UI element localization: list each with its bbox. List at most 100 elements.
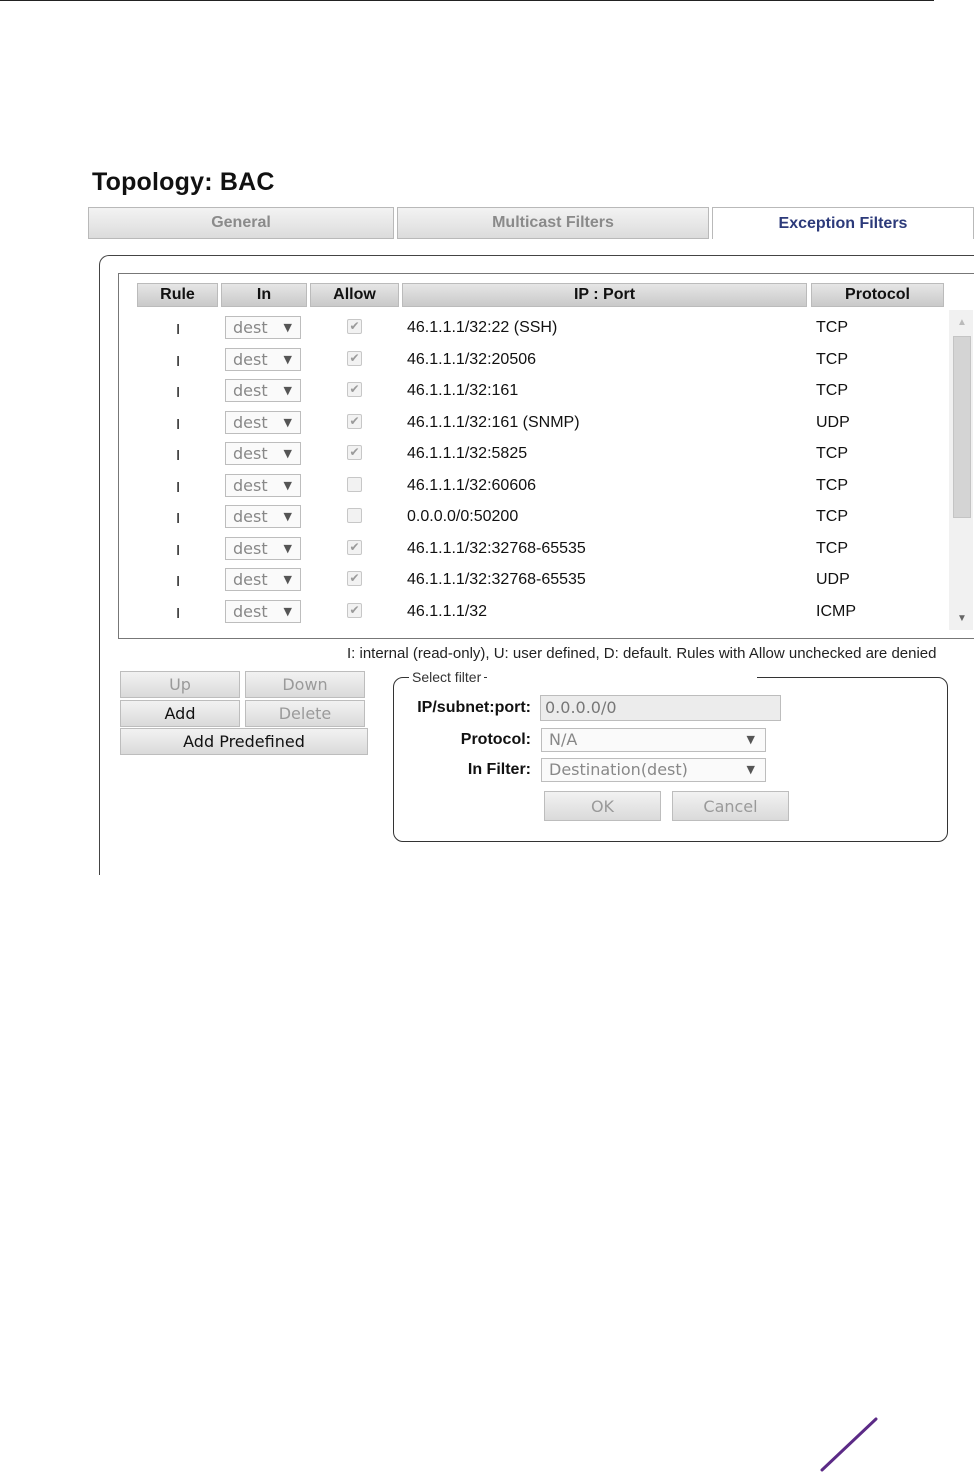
protocol-select-value: N/A xyxy=(549,730,578,749)
ip-port-cell: 46.1.1.1/32 xyxy=(407,603,488,620)
rule-cell: I xyxy=(176,353,181,370)
in-select[interactable]: dest ▼ xyxy=(225,474,301,497)
table-row[interactable]: Idest ▼ ✔ 46.1.1.1/32:20506 TCP xyxy=(118,347,948,378)
chevron-down-icon: ▼ xyxy=(283,321,292,334)
in-filter-label: In Filter: xyxy=(467,761,531,778)
in-select[interactable]: dest ▼ xyxy=(225,600,301,623)
ip-subnet-port-input[interactable]: 0.0.0.0/0 xyxy=(540,695,781,721)
allow-checkbox[interactable] xyxy=(347,508,362,523)
table-row[interactable]: Idest ▼ ✔ 46.1.1.1/32 ICMP xyxy=(118,599,948,630)
column-header-allow[interactable]: Allow xyxy=(310,283,399,307)
in-select-value: dest xyxy=(233,444,268,463)
in-select[interactable]: dest ▼ xyxy=(225,537,301,560)
in-select[interactable]: dest ▼ xyxy=(225,411,301,434)
rule-cell: I xyxy=(176,384,181,401)
in-select-value: dest xyxy=(233,413,268,432)
check-icon: ✔ xyxy=(349,540,360,554)
allow-checkbox[interactable]: ✔ xyxy=(347,382,362,397)
table-row[interactable]: Idest ▼ ✔ 46.1.1.1/32:5825 TCP xyxy=(118,441,948,472)
table-row[interactable]: Idest ▼ ✔ 46.1.1.1/32:161 (SNMP) UDP xyxy=(118,410,948,441)
fieldset-gap xyxy=(487,672,757,680)
column-header-protocol[interactable]: Protocol xyxy=(811,283,944,307)
ip-subnet-port-label: IP/subnet:port: xyxy=(417,699,531,716)
protocol-cell: TCP xyxy=(816,477,848,494)
rule-cell: I xyxy=(176,479,181,496)
allow-checkbox[interactable]: ✔ xyxy=(347,571,362,586)
chevron-down-icon: ▼ xyxy=(283,542,292,555)
cancel-button[interactable]: Cancel xyxy=(672,791,789,821)
allow-checkbox[interactable]: ✔ xyxy=(347,414,362,429)
chevron-down-icon: ▼ xyxy=(283,384,292,397)
in-select-value: dest xyxy=(233,507,268,526)
column-header-ip-port[interactable]: IP : Port xyxy=(402,283,807,307)
protocol-cell: UDP xyxy=(816,571,850,588)
tab-general[interactable]: General xyxy=(88,207,394,239)
table-row[interactable]: Idest ▼ ✔ 46.1.1.1/32:161 TCP xyxy=(118,378,948,409)
allow-checkbox[interactable]: ✔ xyxy=(347,319,362,334)
scroll-up-icon[interactable]: ▲ xyxy=(953,316,971,330)
table-row[interactable]: Idest ▼ ✔ 46.1.1.1/32:32768-65535 TCP xyxy=(118,536,948,567)
brand-slash-icon xyxy=(820,1417,878,1472)
in-select[interactable]: dest ▼ xyxy=(225,348,301,371)
chevron-down-icon: ▼ xyxy=(283,353,292,366)
check-icon: ✔ xyxy=(349,445,360,459)
in-select-value: dest xyxy=(233,602,268,621)
select-filter-legend: Select filter xyxy=(409,669,485,685)
check-icon: ✔ xyxy=(349,571,360,585)
scroll-down-icon[interactable]: ▼ xyxy=(953,612,971,626)
in-select[interactable]: dest ▼ xyxy=(225,316,301,339)
rule-cell: I xyxy=(176,510,181,527)
in-select-value: dest xyxy=(233,476,268,495)
protocol-select[interactable]: N/A ▼ xyxy=(541,728,766,752)
column-header-in[interactable]: In xyxy=(221,283,307,307)
protocol-cell: UDP xyxy=(816,414,850,431)
check-icon: ✔ xyxy=(349,351,360,365)
chevron-down-icon: ▼ xyxy=(283,573,292,586)
rule-cell: I xyxy=(176,573,181,590)
page-title: Topology: BAC xyxy=(92,168,275,196)
ok-button[interactable]: OK xyxy=(544,791,661,821)
allow-checkbox[interactable]: ✔ xyxy=(347,603,362,618)
top-rule xyxy=(0,0,934,1)
rule-cell: I xyxy=(176,416,181,433)
add-button[interactable]: Add xyxy=(120,700,240,727)
protocol-cell: TCP xyxy=(816,319,848,336)
scrollbar-thumb[interactable] xyxy=(953,336,971,518)
in-select[interactable]: dest ▼ xyxy=(225,568,301,591)
ip-port-cell: 46.1.1.1/32:22 (SSH) xyxy=(407,319,558,336)
in-select[interactable]: dest ▼ xyxy=(225,505,301,528)
table-row[interactable]: Idest ▼ 0.0.0.0/0:50200 TCP xyxy=(118,504,948,535)
protocol-cell: ICMP xyxy=(816,603,856,620)
in-select-value: dest xyxy=(233,350,268,369)
in-filter-select-value: Destination(dest) xyxy=(549,760,688,779)
allow-checkbox[interactable] xyxy=(347,477,362,492)
column-header-rule[interactable]: Rule xyxy=(137,283,218,307)
in-select-value: dest xyxy=(233,539,268,558)
chevron-down-icon: ▼ xyxy=(746,733,755,746)
check-icon: ✔ xyxy=(349,414,360,428)
tab-multicast-filters[interactable]: Multicast Filters xyxy=(397,207,709,239)
tab-exception-filters[interactable]: Exception Filters xyxy=(712,207,974,239)
ip-port-cell: 46.1.1.1/32:5825 xyxy=(407,445,528,462)
table-row[interactable]: Idest ▼ ✔ 46.1.1.1/32:32768-65535 UDP xyxy=(118,567,948,598)
in-filter-select[interactable]: Destination(dest) ▼ xyxy=(541,758,766,782)
in-select-value: dest xyxy=(233,318,268,337)
protocol-cell: TCP xyxy=(816,382,848,399)
in-select[interactable]: dest ▼ xyxy=(225,379,301,402)
ip-port-cell: 46.1.1.1/32:60606 xyxy=(407,477,537,494)
allow-checkbox[interactable]: ✔ xyxy=(347,540,362,555)
chevron-down-icon: ▼ xyxy=(283,416,292,429)
down-button[interactable]: Down xyxy=(245,671,365,698)
protocol-cell: TCP xyxy=(816,540,848,557)
rule-cell: I xyxy=(176,447,181,464)
table-row[interactable]: Idest ▼ 46.1.1.1/32:60606 TCP xyxy=(118,473,948,504)
delete-button[interactable]: Delete xyxy=(245,700,365,727)
in-select[interactable]: dest ▼ xyxy=(225,442,301,465)
rule-cell: I xyxy=(176,605,181,622)
up-button[interactable]: Up xyxy=(120,671,240,698)
allow-checkbox[interactable]: ✔ xyxy=(347,445,362,460)
add-predefined-button[interactable]: Add Predefined xyxy=(120,728,368,755)
table-row[interactable]: Idest ▼ ✔ 46.1.1.1/32:22 (SSH) TCP xyxy=(118,315,948,346)
chevron-down-icon: ▼ xyxy=(283,447,292,460)
allow-checkbox[interactable]: ✔ xyxy=(347,351,362,366)
